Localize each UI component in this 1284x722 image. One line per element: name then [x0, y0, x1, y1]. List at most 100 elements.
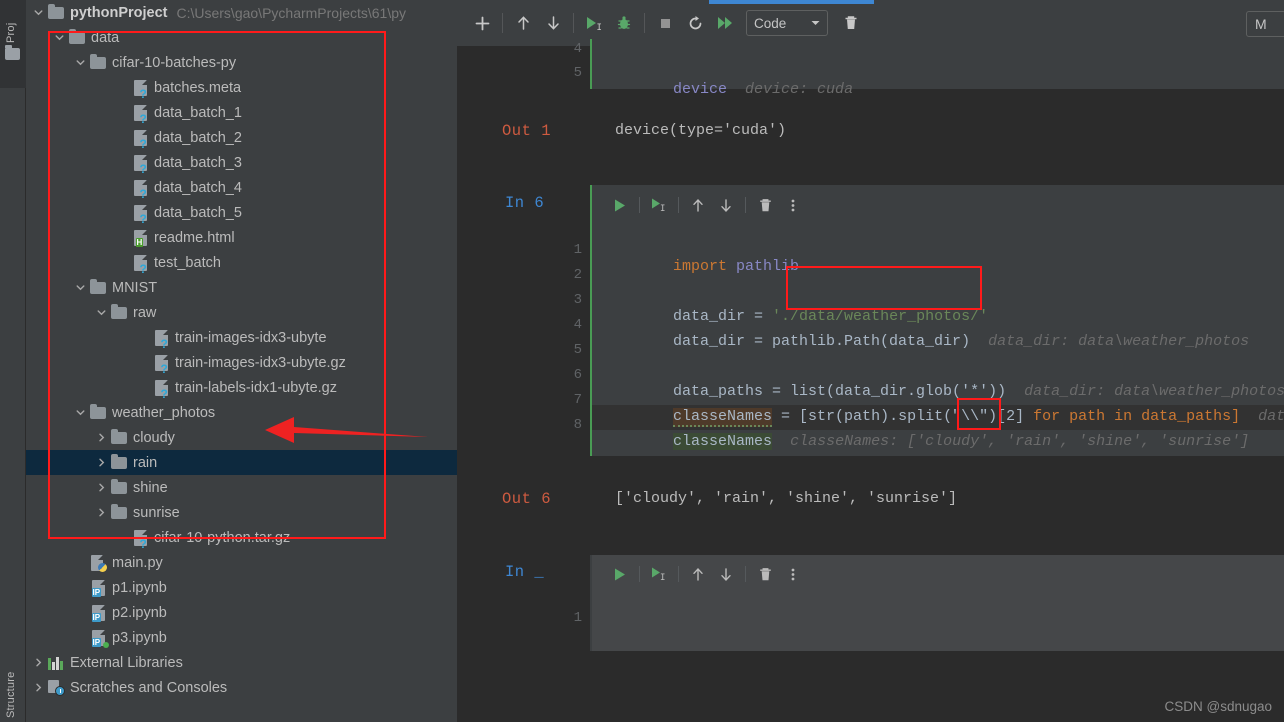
tree-row-root[interactable]: pythonProject C:\Users\gao\PycharmProjec…: [26, 0, 457, 25]
cell-type-label: Code: [754, 15, 787, 31]
tree-row-weather-photos[interactable]: weather_photos: [26, 400, 457, 425]
gutter-line-number: 4: [573, 317, 582, 333]
cell-toolbar-separator: [639, 566, 640, 582]
tree-row-readme-html[interactable]: Hreadme.html: [26, 225, 457, 250]
tree-item-label: data_batch_5: [154, 204, 242, 221]
run-cell-button[interactable]: [606, 561, 634, 587]
folder-icon: [46, 0, 66, 25]
chevron-right-icon[interactable]: [93, 475, 109, 500]
tree-row-rain[interactable]: rain: [26, 450, 457, 475]
tree-row-external-libraries[interactable]: External Libraries: [26, 650, 457, 675]
tree-row-data-batch-4[interactable]: ? data_batch_4: [26, 175, 457, 200]
tree-row-train-images-idx3-ubyte-gz[interactable]: ? train-images-idx3-ubyte.gz: [26, 350, 457, 375]
chevron-right-icon[interactable]: [93, 500, 109, 525]
tree-row-batches-meta[interactable]: ? batches.meta: [26, 75, 457, 100]
run-all-cells-icon[interactable]: [710, 8, 740, 38]
tree-row-p1-ipynb[interactable]: IP p1.ipynb: [26, 575, 457, 600]
gutter-line-number: 2: [573, 267, 582, 283]
tree-row-cifar-10-python-tar-gz[interactable]: ? cifar-10-python.tar.gz: [26, 525, 457, 550]
move-cell-up-button[interactable]: [684, 192, 712, 218]
notebook-cell-area[interactable]: 4 5 device device: cuda Out 1 device(typ…: [457, 39, 1284, 722]
chevron-right-icon[interactable]: [93, 425, 109, 450]
gutter-line-number: 5: [573, 65, 582, 81]
project-tree-panel[interactable]: pythonProject C:\Users\gao\PycharmProjec…: [26, 0, 457, 722]
debug-cell-icon[interactable]: [609, 8, 639, 38]
chevron-down-icon[interactable]: [72, 275, 88, 300]
prompt-in-empty: In _: [505, 563, 545, 581]
tree-row-cloudy[interactable]: cloudy: [26, 425, 457, 450]
tool-window-button-structure[interactable]: Structure: [5, 646, 17, 718]
chevron-right-icon[interactable]: [30, 650, 46, 675]
delete-cell-button[interactable]: [751, 192, 779, 218]
tree-row-train-labels-idx1-ubyte-gz[interactable]: ? train-labels-idx1-ubyte.gz: [26, 375, 457, 400]
code-line-4[interactable]: data_dir = pathlib.Path(data_dir) data_d…: [601, 316, 1249, 367]
tree-item-label: train-images-idx3-ubyte.gz: [175, 354, 346, 371]
tree-row-raw[interactable]: raw: [26, 300, 457, 325]
move-cell-up-button[interactable]: [684, 561, 712, 587]
tree-item-label: p1.ipynb: [112, 579, 167, 596]
tree-item-label: shine: [133, 479, 168, 496]
cell-more-options-button[interactable]: [779, 192, 807, 218]
tree-item-label: Scratches and Consoles: [70, 679, 228, 696]
cell-in-6-toolbar[interactable]: I: [590, 190, 807, 220]
tree-item-label: sunrise: [133, 504, 180, 521]
move-cell-down-button[interactable]: [712, 561, 740, 587]
add-cell-button[interactable]: [467, 8, 497, 38]
chevron-down-icon[interactable]: [72, 400, 88, 425]
tree-row-p3-ipynb[interactable]: IP p3.ipynb: [26, 625, 457, 650]
tree-row-main-py[interactable]: main.py: [26, 550, 457, 575]
tree-row-data-batch-1[interactable]: ? data_batch_1: [26, 100, 457, 125]
unknown-file-icon: ?: [151, 350, 171, 375]
stop-kernel-icon[interactable]: [650, 8, 680, 38]
tree-row-cifar-10-batches-py[interactable]: cifar-10-batches-py: [26, 50, 457, 75]
tree-row-shine[interactable]: shine: [26, 475, 457, 500]
delete-cell-icon[interactable]: [836, 8, 866, 38]
folder-icon: [88, 50, 108, 75]
tool-window-button-project[interactable]: Proj: [5, 3, 17, 43]
folder-icon: [109, 425, 129, 450]
kernel-selector[interactable]: M: [1246, 11, 1284, 37]
kernel-label: M: [1255, 16, 1267, 32]
svg-text:I: I: [660, 204, 665, 213]
tree-item-label: p2.ipynb: [112, 604, 167, 621]
chevron-down-icon[interactable]: [30, 0, 46, 25]
tree-row-test-batch[interactable]: ? test_batch: [26, 250, 457, 275]
code-line-1[interactable]: import pathlib: [601, 241, 799, 292]
tree-row-data-batch-5[interactable]: ? data_batch_5: [26, 200, 457, 225]
tree-item-list[interactable]: data cifar-10-batches-py? batches.meta? dat…: [26, 25, 457, 700]
chevron-right-icon[interactable]: [30, 675, 46, 700]
tree-row-mnist[interactable]: MNIST: [26, 275, 457, 300]
cell-type-dropdown[interactable]: Code: [746, 10, 828, 36]
tree-row-data-batch-2[interactable]: ? data_batch_2: [26, 125, 457, 150]
tree-row-scratches-and-consoles[interactable]: Scratches and Consoles: [26, 675, 457, 700]
inline-hint-7: dat: [1258, 408, 1284, 425]
move-cell-up-button[interactable]: [508, 8, 538, 38]
tree-row-sunrise[interactable]: sunrise: [26, 500, 457, 525]
code-assign-pathlib-path: data_dir = pathlib.Path(data_dir): [673, 333, 971, 350]
chevron-down-icon[interactable]: [51, 25, 67, 50]
delete-cell-button[interactable]: [751, 561, 779, 587]
code-token-device: device: [673, 81, 728, 98]
tree-row-data[interactable]: data: [26, 25, 457, 50]
code-line-5[interactable]: device device: cuda: [601, 64, 853, 115]
gutter-line-number: 6: [573, 367, 582, 383]
tree-row-p2-ipynb[interactable]: IP p2.ipynb: [26, 600, 457, 625]
tree-item-label: main.py: [112, 554, 163, 571]
run-and-select-below-button[interactable]: I: [645, 192, 673, 218]
chevron-down-icon[interactable]: [93, 300, 109, 325]
restart-kernel-icon[interactable]: [680, 8, 710, 38]
jupyter-notebook-file-icon: IP: [88, 575, 108, 600]
cell-more-options-button[interactable]: [779, 561, 807, 587]
tree-row-train-images-idx3-ubyte[interactable]: ? train-images-idx3-ubyte: [26, 325, 457, 350]
run-cell-button[interactable]: [606, 192, 634, 218]
code-line-8[interactable]: classeNames classeNames: ['cloudy', 'rai…: [601, 416, 1249, 467]
chevron-down-icon[interactable]: [72, 50, 88, 75]
move-cell-down-button[interactable]: [538, 8, 568, 38]
cell-in-empty-toolbar[interactable]: I: [590, 559, 807, 589]
tree-row-data-batch-3[interactable]: ? data_batch_3: [26, 150, 457, 175]
notebook-editor[interactable]: I Code M 4 5 device device: cuda Out 1 d…: [457, 0, 1284, 722]
run-and-select-below-button[interactable]: I: [645, 561, 673, 587]
chevron-right-icon[interactable]: [93, 450, 109, 475]
move-cell-down-button[interactable]: [712, 192, 740, 218]
run-cell-icon[interactable]: I: [579, 8, 609, 38]
